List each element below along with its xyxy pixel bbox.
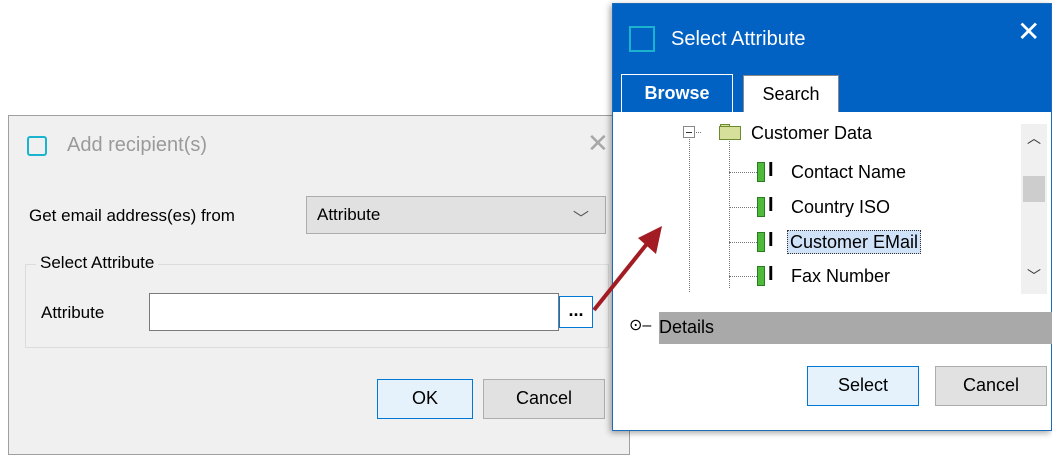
folder-icon: [719, 124, 741, 140]
tree-node-contact-name[interactable]: Contact Name: [791, 161, 906, 183]
close-icon[interactable]: ✕: [1017, 18, 1040, 46]
get-from-dropdown[interactable]: Attribute ﹀: [306, 196, 606, 234]
attribute-icon: I: [757, 159, 781, 182]
attribute-label: Attribute: [41, 303, 105, 322]
attribute-icon: I: [757, 263, 781, 286]
chevron-up-icon[interactable]: ︿: [1027, 128, 1041, 148]
select-button[interactable]: Select: [807, 366, 919, 406]
dialog-title-text: Add recipient(s): [67, 134, 208, 156]
tab-browse[interactable]: Browse: [621, 74, 733, 112]
group-label: Select Attribute: [36, 253, 159, 273]
expand-details-icon[interactable]: ⊙‒: [629, 315, 651, 335]
details-label[interactable]: Details: [659, 317, 714, 338]
tree-node-country-iso[interactable]: Country ISO: [791, 196, 890, 218]
get-from-label: Get email address(es) from: [29, 206, 235, 225]
attribute-tree: Customer Data I Contact Name I Country I…: [613, 112, 1051, 298]
collapse-toggle[interactable]: [683, 126, 695, 138]
tab-strip: Browse Search: [613, 64, 1051, 112]
tree-connector: [729, 207, 757, 208]
chevron-down-icon[interactable]: ﹀: [1027, 266, 1041, 286]
tree-node-customer-data[interactable]: Customer Data: [751, 122, 872, 144]
tree-node-customer-email[interactable]: Customer EMail: [787, 230, 922, 254]
title-bar: Select Attribute ✕: [613, 4, 1051, 64]
tree-connector: [729, 172, 757, 173]
dialog-title: Select Attribute: [671, 28, 806, 50]
select-attribute-dialog: Select Attribute ✕ Browse Search Custome…: [612, 3, 1052, 431]
tree-scrollbar[interactable]: ︿ ﹀: [1021, 124, 1047, 294]
tree-connector: [729, 276, 757, 277]
tree-node-fax-number[interactable]: Fax Number: [791, 265, 890, 287]
tab-search[interactable]: Search: [743, 75, 839, 112]
add-recipients-dialog: Add recipient(s) ✕ Get email address(es)…: [8, 115, 630, 455]
tree-connector: [729, 138, 730, 288]
tree-connector: [689, 132, 690, 292]
tree-connector: [729, 242, 757, 243]
attribute-icon: I: [757, 194, 781, 217]
attribute-icon: I: [757, 229, 781, 252]
app-icon: [629, 26, 655, 52]
get-from-value: Attribute: [317, 205, 381, 224]
cancel-button[interactable]: Cancel: [935, 366, 1047, 406]
chevron-down-icon: ﹀: [572, 211, 589, 228]
attribute-input[interactable]: [149, 293, 559, 331]
cancel-button[interactable]: Cancel: [483, 379, 605, 419]
details-bar[interactable]: [659, 312, 1052, 344]
close-icon[interactable]: ✕: [587, 130, 609, 156]
app-icon: [27, 136, 47, 156]
scroll-thumb[interactable]: [1023, 176, 1045, 202]
browse-button[interactable]: ...: [559, 296, 593, 328]
ok-button[interactable]: OK: [377, 379, 473, 419]
